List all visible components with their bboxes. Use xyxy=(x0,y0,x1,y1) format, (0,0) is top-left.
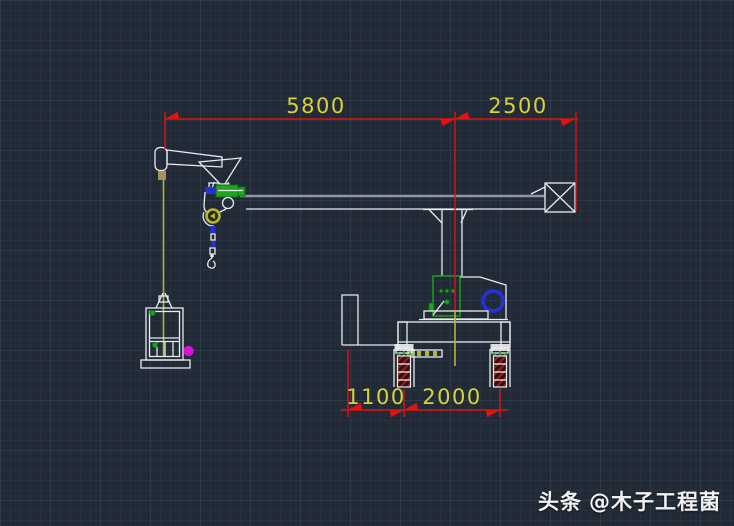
dimension-bottom: 1100 2000 xyxy=(341,350,508,418)
wheel-right xyxy=(488,342,512,389)
jib-crane-head xyxy=(154,146,246,269)
hook-chain xyxy=(207,226,216,269)
hoist-trolley xyxy=(202,182,246,227)
motor-ring xyxy=(481,289,505,313)
jib-tip xyxy=(154,146,168,172)
watermark-handle: @木子工程菌 xyxy=(589,490,721,514)
magenta-marker xyxy=(183,345,194,357)
dim-label-1100: 1100 xyxy=(346,385,405,409)
wheel-left xyxy=(392,342,416,389)
cad-canvas: 5800 2500 1100 2000 头条 @木子工程菌 xyxy=(0,0,734,526)
watermark: 头条 @木子工程菌 xyxy=(538,486,721,516)
counterweight-symbol xyxy=(530,182,576,213)
girder-beam xyxy=(240,194,545,210)
hook xyxy=(207,257,216,269)
dimension-layer: 5800 2500 1100 2000 xyxy=(164,94,578,418)
push-handle xyxy=(341,294,400,346)
dim-label-2500: 2500 xyxy=(488,94,547,118)
dim-label-5800: 5800 xyxy=(286,94,345,118)
dim-label-2000: 2000 xyxy=(422,385,481,409)
chassis-frame xyxy=(397,321,511,343)
load-box xyxy=(140,292,194,369)
pulley xyxy=(221,196,235,210)
watermark-brand: 头条 xyxy=(538,490,582,514)
tow-rod xyxy=(407,349,443,358)
mast xyxy=(423,208,473,276)
crane-drawing: 5800 2500 1100 2000 xyxy=(140,94,578,418)
dimension-top: 5800 2500 xyxy=(164,94,578,310)
